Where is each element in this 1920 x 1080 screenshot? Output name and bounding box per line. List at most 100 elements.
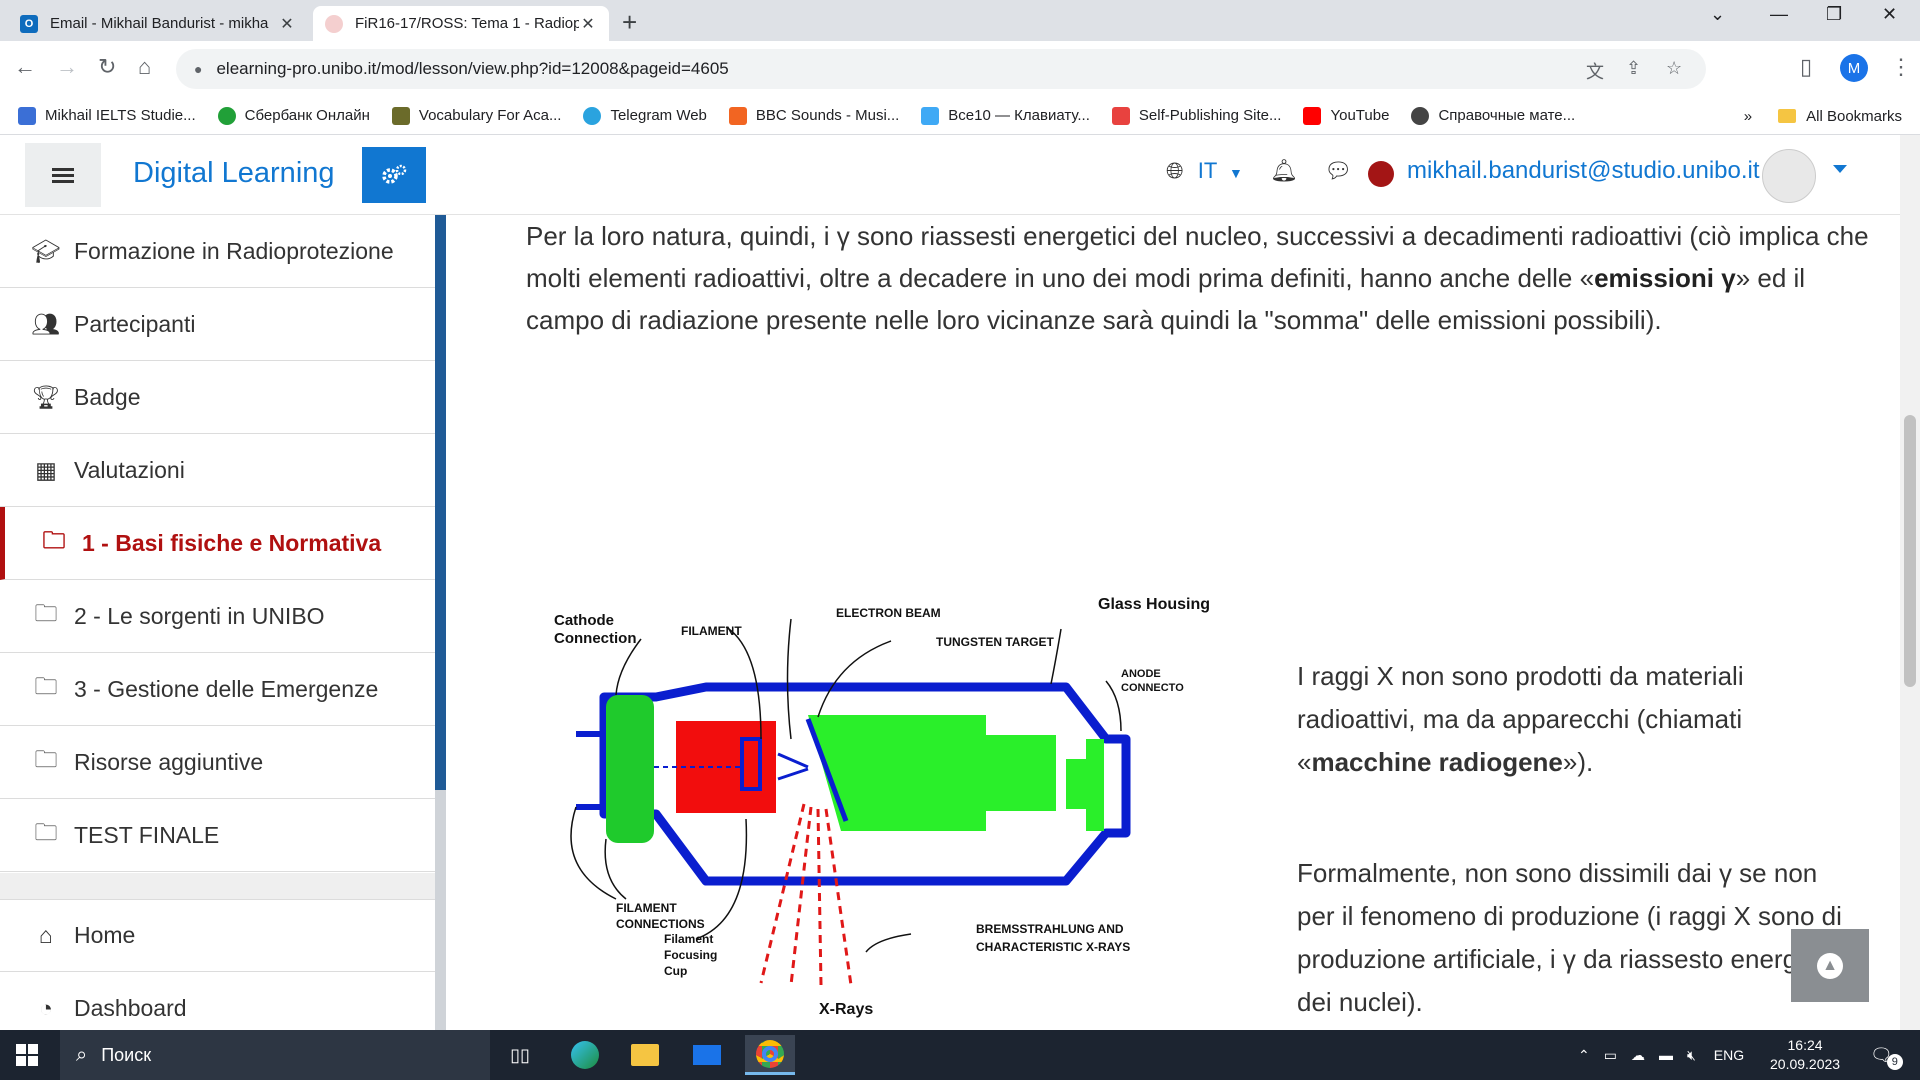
forward-icon[interactable]: →: [56, 54, 78, 80]
moodle-icon: [325, 14, 343, 33]
nav-item-final-test[interactable]: 🗀 TEST FINALE: [0, 799, 435, 872]
bookmark-icon: [18, 106, 36, 125]
network-icon[interactable]: ▭: [1604, 1047, 1617, 1064]
svg-text:Focusing: Focusing: [664, 948, 717, 962]
menu-kebab-icon[interactable]: ⋮: [1890, 54, 1912, 80]
back-to-top-button[interactable]: ▲: [1791, 929, 1869, 1002]
reload-icon[interactable]: ↻: [98, 54, 116, 80]
trophy-icon: 🏆︎: [31, 383, 61, 410]
tab-email[interactable]: O Email - Mikhail Bandurist - mikha ✕: [8, 6, 308, 41]
hamburger-menu-button[interactable]: [25, 143, 101, 207]
taskbar-clock[interactable]: 16:24 20.09.2023: [1770, 1036, 1840, 1074]
tab-search-icon[interactable]: ⌄: [1710, 4, 1725, 25]
bookmark-icon: [921, 106, 940, 125]
system-tray: ⌃ ▭ ☁ ▬ 🔇︎ ENG: [1578, 1030, 1744, 1080]
users-icon: 👥︎: [31, 310, 61, 337]
share-icon[interactable]: ⇪: [1626, 58, 1641, 79]
volume-icon[interactable]: 🔇︎: [1687, 1047, 1696, 1064]
page-scrollbar[interactable]: [1900, 135, 1920, 1030]
user-avatar[interactable]: [1762, 149, 1816, 203]
youtube-icon: [1303, 106, 1322, 125]
nav-item-badge[interactable]: 🏆︎ Badge: [0, 361, 435, 434]
bookmark-icon: [217, 106, 236, 125]
nav-item-home[interactable]: ⌂ Home: [0, 899, 435, 972]
scrollbar-thumb[interactable]: [1904, 415, 1916, 687]
close-window-button[interactable]: ✕: [1882, 4, 1897, 25]
close-tab-icon[interactable]: ✕: [278, 14, 296, 34]
side-panel-icon[interactable]: ▯: [1800, 54, 1812, 80]
bookmark-item[interactable]: Сбербанк Онлайн: [217, 106, 370, 125]
bookmark-item[interactable]: Telegram Web: [583, 106, 707, 125]
battery-icon[interactable]: ▬: [1659, 1047, 1673, 1063]
windows-start-icon[interactable]: [16, 1044, 38, 1071]
all-bookmarks-button[interactable]: All Bookmarks: [1806, 108, 1902, 125]
profile-avatar[interactable]: M: [1840, 54, 1868, 82]
bookmark-item[interactable]: Справочные мате...: [1411, 106, 1575, 125]
sidebar-scrollbar[interactable]: [435, 215, 446, 1030]
nav-item-course[interactable]: 🎓︎ Formazione in Radioprotezione: [0, 215, 435, 288]
gears-icon: [382, 164, 407, 184]
logout-lock-icon[interactable]: [1368, 161, 1394, 187]
bookmark-item[interactable]: Vocabulary For Aca...: [391, 106, 561, 125]
back-icon[interactable]: ←: [14, 54, 36, 80]
bookmarks-overflow-button[interactable]: »: [1744, 108, 1752, 125]
browser-tab-bar: O Email - Mikhail Bandurist - mikha ✕ Fi…: [0, 0, 1920, 41]
bookmark-star-icon[interactable]: ☆: [1666, 58, 1682, 79]
bookmark-item[interactable]: Self-Publishing Site...: [1111, 106, 1281, 125]
address-bar-row: ← → ↻ ⌂ ● elearning-pro.unibo.it/mod/les…: [0, 41, 1920, 97]
xray-beams: [759, 803, 853, 986]
chevron-up-icon[interactable]: ⌃: [1578, 1047, 1590, 1064]
dashboard-icon: ◔: [39, 994, 53, 1021]
tab-lesson[interactable]: FiR16-17/ROSS: Tema 1 - Radiop ✕: [313, 6, 609, 41]
minimize-button[interactable]: —: [1770, 4, 1788, 25]
url-bar[interactable]: ● elearning-pro.unibo.it/mod/lesson/view…: [176, 49, 1706, 89]
edge-icon[interactable]: [560, 1035, 610, 1075]
graduation-cap-icon: 🎓︎: [31, 237, 61, 264]
input-language[interactable]: ENG: [1714, 1047, 1744, 1063]
nav-item-section-2[interactable]: 🗀 2 - Le sorgenti in UNIBO: [0, 580, 435, 653]
cathode-shape: [606, 695, 654, 843]
nav-item-section-3[interactable]: 🗀 3 - Gestione delle Emergenze: [0, 653, 435, 726]
bookmark-item[interactable]: Все10 — Клавиату...: [921, 106, 1090, 125]
nav-item-resources[interactable]: 🗀 Risorse aggiuntive: [0, 726, 435, 799]
restore-button[interactable]: ❐: [1826, 4, 1842, 25]
task-view-icon[interactable]: ▯▯: [495, 1035, 545, 1075]
taskbar-search[interactable]: ⌕ Поиск: [60, 1030, 490, 1080]
user-menu-chevron-icon[interactable]: [1833, 165, 1847, 173]
bookmark-item[interactable]: Mikhail IELTS Studie...: [18, 106, 196, 125]
lesson-paragraph-gamma: Per la loro natura, quindi, i γ sono ria…: [526, 221, 1869, 335]
folder-icon: 🗀: [34, 599, 58, 626]
notification-center-icon[interactable]: 🗨︎ 9: [1870, 1030, 1903, 1080]
bookmark-icon: [583, 106, 602, 125]
site-info-icon[interactable]: ●: [194, 61, 202, 77]
folder-icon: 🗀: [34, 745, 58, 772]
user-email[interactable]: mikhail.bandurist@studio.unibo.it: [1407, 157, 1760, 185]
bookmark-item[interactable]: YouTube: [1303, 106, 1389, 125]
notifications-bell-icon[interactable]: 🔔︎: [1270, 158, 1298, 184]
settings-gears-button[interactable]: [362, 147, 426, 203]
cloud-icon[interactable]: ☁: [1631, 1047, 1645, 1064]
close-tab-icon[interactable]: ✕: [579, 14, 597, 34]
tab-title: Email - Mikhail Bandurist - mikha: [50, 15, 269, 32]
language-menu[interactable]: 🌐︎ IT ▼: [1166, 158, 1243, 184]
nav-item-grades[interactable]: ▦ Valutazioni: [0, 434, 435, 507]
nav-item-participants[interactable]: 👥︎ Partecipanti: [0, 288, 435, 361]
lesson-paragraph-xrays: I raggi X non sono prodotti da materiali…: [1297, 661, 1744, 777]
site-header: Digital Learning 🌐︎ IT ▼ 🔔︎ 💬︎ mikhail.b…: [0, 135, 1900, 215]
mail-icon[interactable]: [682, 1035, 732, 1075]
translate-icon[interactable]: 文: [1586, 58, 1604, 84]
messages-chat-icon[interactable]: 💬︎: [1324, 158, 1352, 184]
file-explorer-icon[interactable]: [620, 1035, 670, 1075]
search-icon: ⌕: [76, 1043, 88, 1066]
chrome-icon[interactable]: [745, 1035, 795, 1075]
new-tab-button[interactable]: +: [622, 7, 637, 38]
diagram-label-cathode: Cathode: [554, 612, 614, 629]
site-brand[interactable]: Digital Learning: [133, 157, 335, 190]
nav-item-dashboard[interactable]: ◔ Dashboard: [0, 972, 435, 1030]
home-icon[interactable]: ⌂: [138, 54, 151, 80]
nav-item-section-1[interactable]: 🗀 1 - Basi fisiche e Normativa: [0, 507, 435, 580]
globe-icon: 🌐︎: [1166, 158, 1184, 183]
tab-title: FiR16-17/ROSS: Tema 1 - Radiop: [355, 15, 579, 32]
lesson-content: Per la loro natura, quindi, i γ sono ria…: [446, 215, 1900, 1030]
bookmark-item[interactable]: BBC Sounds - Musi...: [728, 106, 899, 125]
